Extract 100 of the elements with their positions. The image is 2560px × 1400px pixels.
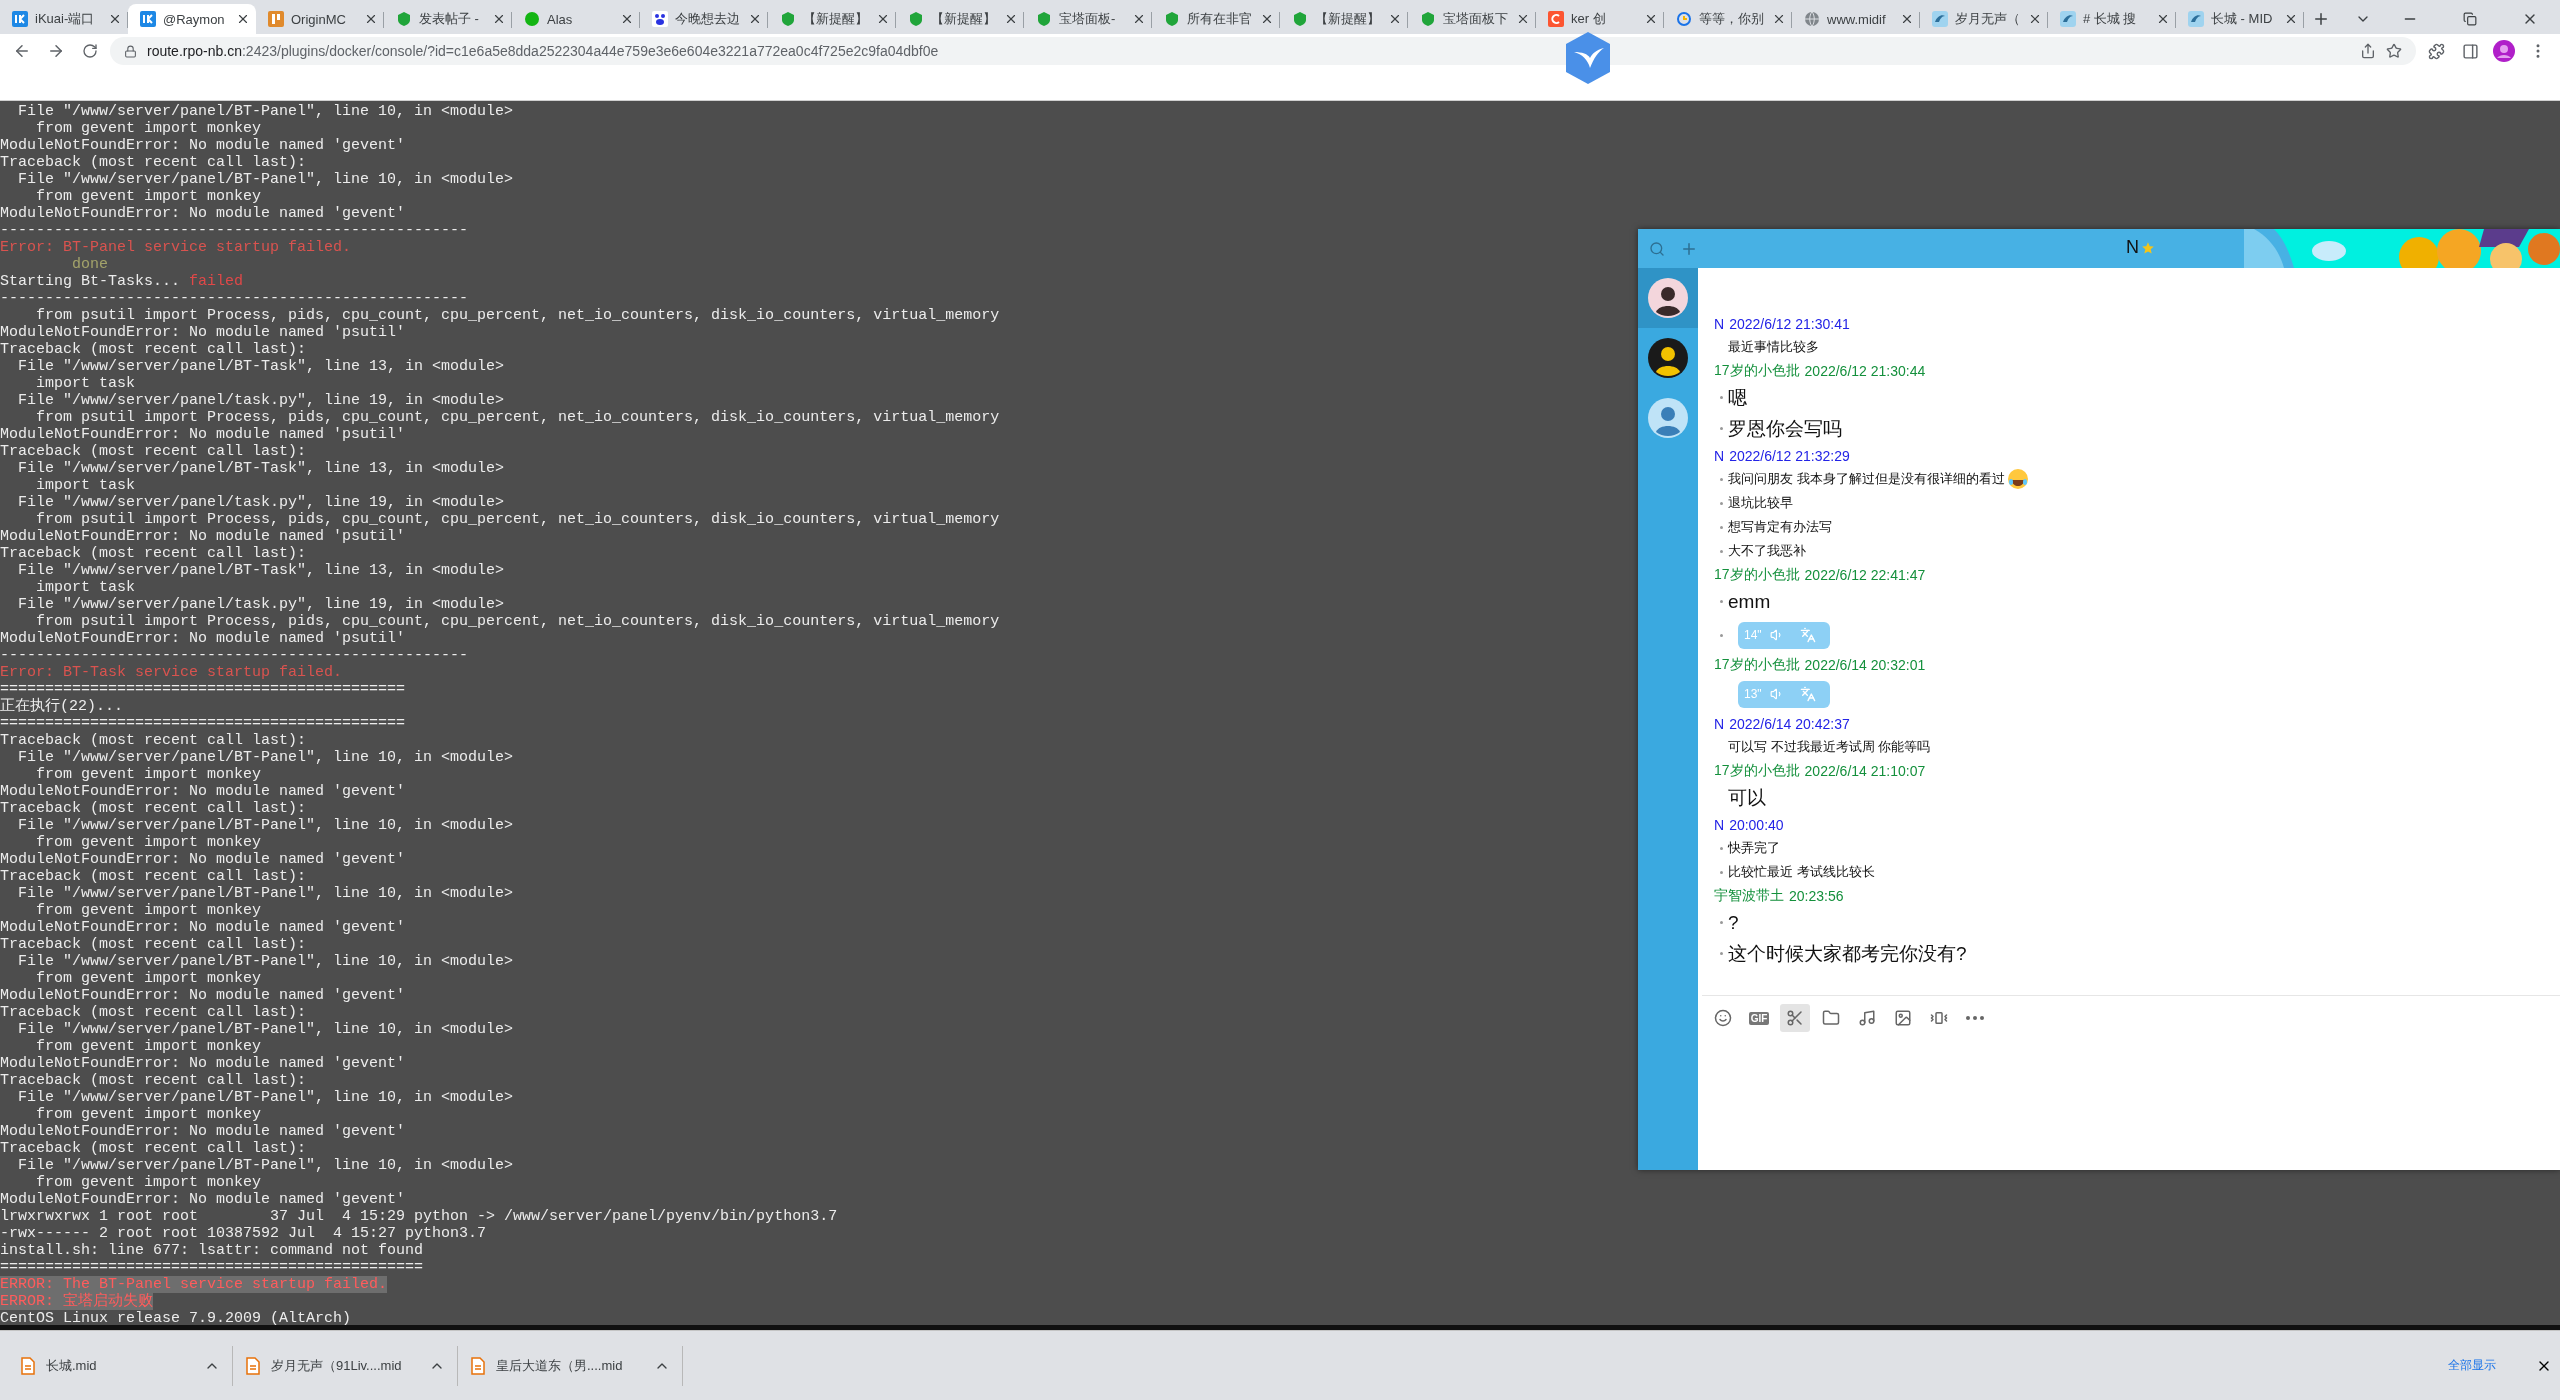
close-icon[interactable] xyxy=(364,12,378,26)
paw-icon xyxy=(652,11,668,27)
close-icon[interactable] xyxy=(2028,12,2042,26)
sender-name: N xyxy=(1714,447,1725,464)
contact-item[interactable] xyxy=(1638,268,1698,328)
close-icon[interactable] xyxy=(1260,12,1274,26)
tile-icon xyxy=(268,11,284,27)
close-icon[interactable] xyxy=(1516,12,1530,26)
terminal-line: File "/www/server/panel/BT-Panel", line 10, in <module> xyxy=(17,103,514,120)
close-icon[interactable] xyxy=(1132,12,1146,26)
sender-name: N xyxy=(1714,816,1725,833)
message-text: 这个时候大家都考完你没有? xyxy=(1728,941,1967,966)
side-panel-icon[interactable] xyxy=(2461,42,2479,60)
close-icon[interactable] xyxy=(1644,12,1658,26)
bubble-icon xyxy=(2188,11,2204,27)
close-icon[interactable] xyxy=(2284,12,2298,26)
shield-icon xyxy=(1420,11,1436,27)
terminal-line: ModuleNotFoundError: No module named 'psutil' xyxy=(0,630,406,647)
browser-tab[interactable]: OriginMC xyxy=(256,4,384,34)
browser-tab[interactable]: 等等，你别 xyxy=(1664,4,1792,34)
terminal-line: File "/www/server/panel/BT-Task", line 13, in <module> xyxy=(17,562,505,579)
browser-tab[interactable]: 【新提醒】 xyxy=(768,4,896,34)
browser-tab[interactable]: 【新提醒】 xyxy=(1280,4,1408,34)
close-icon[interactable] xyxy=(748,12,762,26)
browser-tab[interactable]: 长城 - MID xyxy=(2176,4,2304,34)
message-time: 20:00:40 xyxy=(1729,816,1784,833)
share-icon[interactable] xyxy=(2360,43,2376,59)
browser-tab[interactable]: 宝塔面板下 xyxy=(1408,4,1536,34)
shield-icon xyxy=(396,11,412,27)
browser-tab[interactable]: www.midif xyxy=(1792,4,1920,34)
restore-icon[interactable] xyxy=(2463,12,2477,26)
sender-name: 宇智波带土 xyxy=(1714,886,1784,905)
terminal-line: File "/www/server/panel/task.py", line 19, in <module> xyxy=(17,494,505,511)
close-icon[interactable] xyxy=(1388,12,1402,26)
browser-tab[interactable]: @Raymon xyxy=(128,4,256,34)
message-time: 2022/6/12 21:32:29 xyxy=(1729,447,1850,464)
browser-tab[interactable]: 岁月无声（ xyxy=(1920,4,2048,34)
terminal-line: Traceback (most recent call last): xyxy=(0,868,307,885)
close-icon[interactable] xyxy=(620,12,634,26)
tile-icon xyxy=(140,11,156,27)
close-icon[interactable] xyxy=(236,12,250,26)
browser-tab[interactable]: 【新提醒】 xyxy=(896,4,1024,34)
browser-tab[interactable]: 发表帖子 - xyxy=(384,4,512,34)
chat-title: N xyxy=(2126,237,2139,258)
terminal-line: ---------------------------------------------------- xyxy=(0,647,469,664)
sender-name: 17岁的小色批 xyxy=(1714,565,1800,584)
dot-icon xyxy=(524,11,540,27)
close-icon[interactable] xyxy=(1900,12,1914,26)
close-icon[interactable] xyxy=(1772,12,1786,26)
message-time: 2022/6/14 21:10:07 xyxy=(1804,762,1926,779)
close-icon[interactable] xyxy=(876,12,890,26)
close-icon[interactable] xyxy=(108,12,122,26)
shield-icon xyxy=(1292,11,1308,27)
terminal-line: 正在执行(22)... xyxy=(0,698,123,715)
tile-icon xyxy=(12,11,28,27)
browser-tab[interactable]: ker 创 xyxy=(1536,4,1664,34)
browser-tab[interactable]: 宝塔面板- xyxy=(1024,4,1152,34)
download-item[interactable]: 皇后大道东（男....mid xyxy=(458,1345,683,1386)
message-text: 罗恩你会写吗 xyxy=(1728,416,1842,441)
download-item[interactable]: 岁月无声（91Liv....mid xyxy=(233,1345,458,1386)
ring-icon xyxy=(1676,11,1692,27)
address-field[interactable]: route.rpo-nb.cn:2423/plugins/docker/console/?id=c1e6a5e8dda2522304a44e759e3e6e604e3221a772ea0c4f725e2c9fa04dbf0e xyxy=(110,37,2416,65)
puzzle-icon[interactable] xyxy=(2427,42,2445,60)
close-icon[interactable] xyxy=(1004,12,1018,26)
shield-icon xyxy=(1164,11,1180,27)
terminal-line: File "/www/server/panel/BT-Task", line 13, in <module> xyxy=(17,460,505,477)
browser-tab[interactable]: iKuai-端口 xyxy=(0,4,128,34)
back-icon[interactable] xyxy=(13,42,31,60)
terminal-line: File "/www/server/panel/BT-Panel", line 10, in <module> xyxy=(17,953,514,970)
message-text: 比较忙最近 考试线比较长 xyxy=(1728,863,1875,881)
close-icon[interactable] xyxy=(492,12,506,26)
forward-icon[interactable] xyxy=(47,42,65,60)
avatar xyxy=(1648,338,1688,378)
terminal-line: Traceback (most recent call last): xyxy=(0,936,307,953)
browser-tab[interactable]: 今晚想去边 xyxy=(640,4,768,34)
browser-tab[interactable]: 所有在非官 xyxy=(1152,4,1280,34)
terminal-line: import task xyxy=(35,477,136,494)
terminal-line: ---------------------------------------------------- xyxy=(0,290,469,307)
message-time: 2022/6/12 21:30:41 xyxy=(1729,315,1850,332)
shield-icon xyxy=(1036,11,1052,27)
terminal-line: done xyxy=(71,256,109,273)
star-icon[interactable] xyxy=(2386,43,2402,59)
terminal-line: Traceback (most recent call last): xyxy=(0,1140,307,1157)
close-icon[interactable] xyxy=(2156,12,2170,26)
tool-button[interactable] xyxy=(1780,1004,1810,1032)
terminal-line: =============================================== xyxy=(0,1259,424,1276)
new-tab-icon[interactable] xyxy=(2312,10,2330,28)
browser-tab[interactable]: # 长城 搜 xyxy=(2048,4,2176,34)
reload-icon[interactable] xyxy=(82,43,98,59)
terminal-line: Error: BT-Task service startup failed. xyxy=(0,664,343,681)
terminal-line: File "/www/server/panel/BT-Task", line 13, in <module> xyxy=(17,358,505,375)
star-icon xyxy=(2141,240,2155,255)
terminal-line: ModuleNotFoundError: No module named 'psutil' xyxy=(0,324,406,341)
terminal-line: Traceback (most recent call last): xyxy=(0,1004,307,1021)
download-item[interactable]: 长城.mid xyxy=(8,1345,233,1386)
avatar[interactable] xyxy=(2493,40,2515,62)
message-text: 我问问朋友 我本身了解过但是没有很详细的看过 xyxy=(1728,470,2005,488)
show-all-link[interactable]: 全部显示 xyxy=(2448,1357,2496,1374)
gif-button[interactable]: GIF xyxy=(1744,1004,1774,1032)
browser-tab[interactable]: Alas xyxy=(512,4,640,34)
